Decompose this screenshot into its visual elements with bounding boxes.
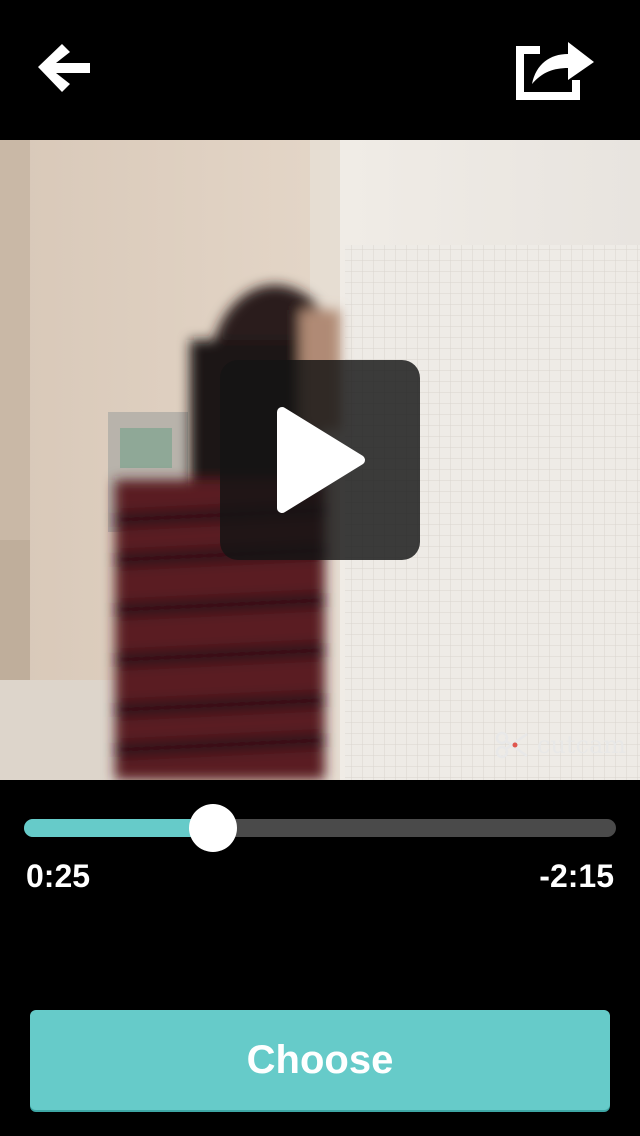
play-icon: [277, 407, 365, 513]
share-icon: [516, 42, 594, 100]
share-button[interactable]: [510, 34, 600, 106]
watermark-text: cutcam: [537, 731, 627, 759]
watermark: cutcam: [495, 730, 626, 760]
video-preview[interactable]: cutcam: [0, 140, 640, 780]
remaining-time: -2:15: [539, 858, 614, 894]
back-button[interactable]: [30, 34, 102, 102]
scrubber-thumb[interactable]: [189, 804, 237, 852]
choose-button[interactable]: Choose: [30, 1010, 610, 1110]
arrow-left-icon: [38, 44, 90, 92]
top-bar: [0, 0, 640, 140]
elapsed-time: 0:25: [26, 858, 91, 894]
play-button[interactable]: [220, 360, 420, 560]
scissors-icon: [495, 731, 528, 759]
playback-scrubber[interactable]: [24, 804, 616, 852]
